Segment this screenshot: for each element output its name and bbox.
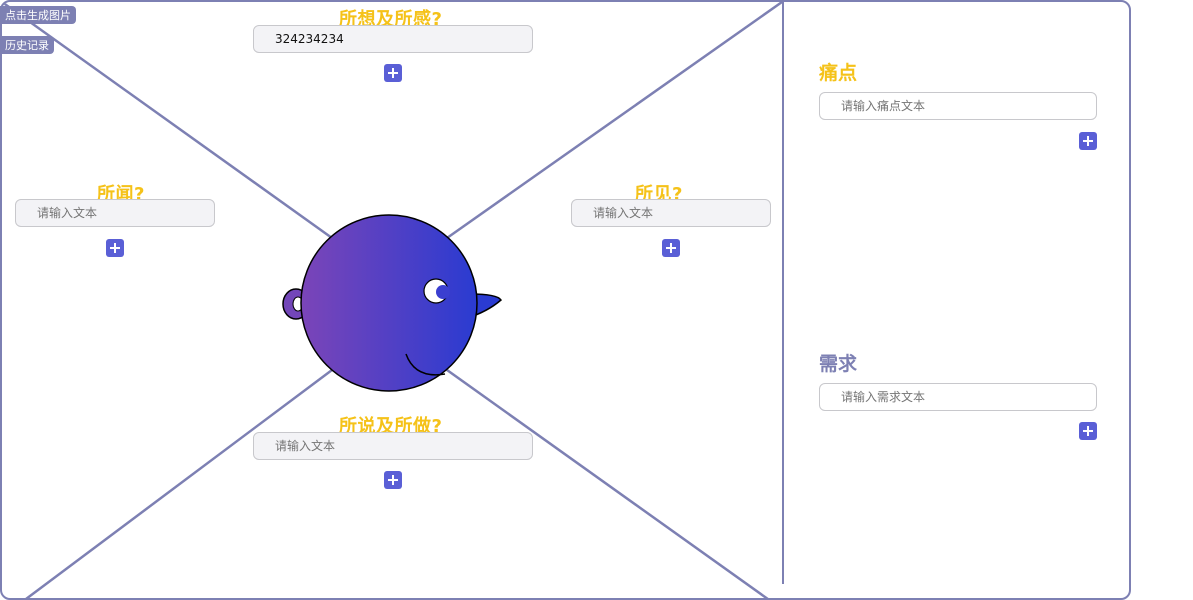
hear-add-button[interactable] xyxy=(106,239,124,257)
pain-point-input[interactable] xyxy=(819,92,1097,120)
hear-input[interactable] xyxy=(15,199,215,227)
diagonal-bottom-right xyxy=(446,368,769,598)
generate-image-button[interactable]: 点击生成图片 xyxy=(0,6,76,24)
say-do-input[interactable] xyxy=(253,432,533,460)
pain-point-title: 痛点 xyxy=(819,62,858,84)
history-button[interactable]: 历史记录 xyxy=(0,36,54,54)
think-feel-add-button[interactable] xyxy=(384,64,402,82)
think-feel-input[interactable] xyxy=(253,25,533,53)
say-do-add-button[interactable] xyxy=(384,471,402,489)
need-input[interactable] xyxy=(819,383,1097,411)
need-add-button[interactable] xyxy=(1079,422,1097,440)
persona-head-illustration xyxy=(282,214,502,392)
pain-point-add-button[interactable] xyxy=(1079,132,1097,150)
need-title: 需求 xyxy=(819,353,858,375)
see-input[interactable] xyxy=(571,199,771,227)
diagonal-bottom-left xyxy=(25,368,333,598)
see-add-button[interactable] xyxy=(662,239,680,257)
empathy-map-board: 所想及所感? 所闻? 所见? 所说及所做? 痛点 需求 xyxy=(0,0,1131,600)
panel-divider xyxy=(782,2,784,584)
head-circle xyxy=(300,214,478,392)
